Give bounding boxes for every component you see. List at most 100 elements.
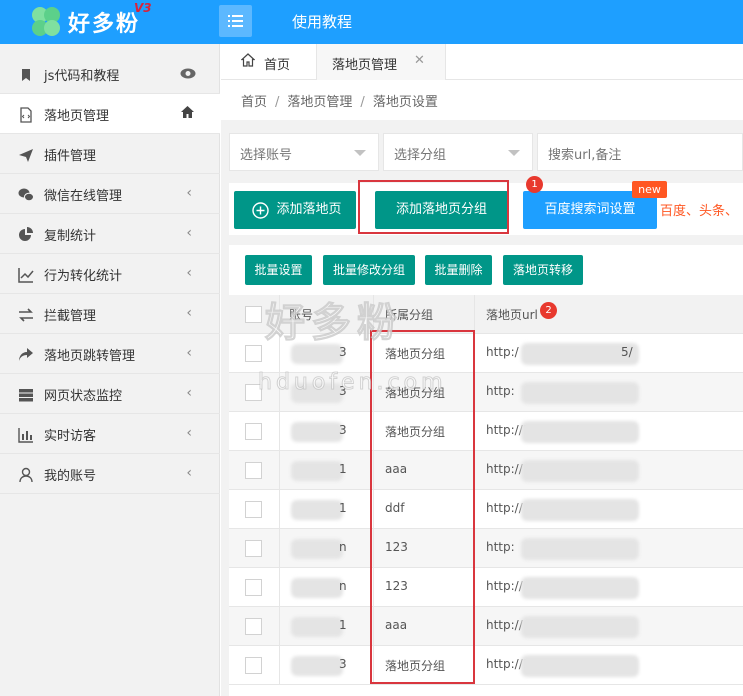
table-row[interactable]: 1 ddf http:// [229, 490, 743, 529]
header-account: 账号 [289, 308, 314, 322]
account-cell: 3 [339, 345, 347, 359]
highlight-box-add-group [358, 180, 509, 234]
sidebar-item-label: 复制统计 [44, 229, 97, 244]
url-tail: 5/ [621, 345, 633, 359]
sidebar-item-label: 落地页管理 [44, 109, 110, 124]
account-cell: 3 [339, 423, 347, 437]
row-checkbox[interactable] [245, 423, 262, 440]
header-group: 所属分组 [385, 308, 434, 322]
account-cell: 1 [339, 462, 347, 476]
bookmark-icon [22, 69, 30, 81]
redacted-url [521, 616, 639, 638]
sidebar-item-label: 落地页跳转管理 [44, 349, 136, 364]
clover-logo-icon [32, 7, 60, 36]
batch-set-button[interactable]: 批量设置 [245, 255, 312, 285]
account-select-value: 选择账号 [240, 148, 293, 163]
table-row[interactable]: 3 落地页分组 http://1 [229, 646, 743, 685]
redacted-url [521, 499, 639, 521]
tab-home[interactable]: 首页 [241, 44, 290, 80]
redacted-account [291, 500, 343, 520]
sidebar-item-conversion-stats[interactable]: 行为转化统计 ‹ [0, 254, 220, 294]
tab-bar: 首页 落地页管理 ✕ [221, 44, 743, 80]
tab-label: 落地页管理 [332, 58, 398, 73]
transfer-button[interactable]: 落地页转移 [503, 255, 583, 285]
eye-icon[interactable] [180, 68, 196, 79]
select-all-checkbox[interactable] [245, 306, 262, 323]
menu-toggle-button[interactable] [219, 5, 252, 37]
row-checkbox[interactable] [245, 657, 262, 674]
row-checkbox[interactable] [245, 384, 262, 401]
sidebar-item-wechat[interactable]: 微信在线管理 ‹ [0, 174, 220, 214]
sidebar-item-copy-stats[interactable]: 复制统计 ‹ [0, 214, 220, 254]
caret-down-icon [508, 150, 520, 156]
breadcrumb-current: 落地页设置 [372, 95, 438, 110]
redacted-account [291, 617, 343, 637]
exchange-icon [19, 308, 33, 322]
logo[interactable]: 好多粉 V3 [28, 1, 218, 40]
table-row[interactable]: 3 落地页分组 http:/5/ [229, 334, 743, 373]
sidebar-item-monitor[interactable]: 网页状态监控 ‹ [0, 374, 220, 414]
table-row[interactable]: 1 aaa http:// [229, 607, 743, 646]
chevron-left-icon: ‹ [186, 385, 192, 401]
breadcrumb-landing[interactable]: 落地页管理 [287, 95, 352, 110]
file-code-icon [20, 107, 32, 123]
batch-delete-button[interactable]: 批量删除 [425, 255, 492, 285]
table-row[interactable]: 3 落地页分组 http://1 [229, 412, 743, 451]
row-checkbox[interactable] [245, 501, 262, 518]
table-row[interactable]: 1 aaa http:// [229, 451, 743, 490]
row-checkbox[interactable] [245, 579, 262, 596]
tab-landing-page[interactable]: 落地页管理 ✕ [316, 44, 446, 80]
redacted-account [291, 656, 343, 676]
sidebar-item-redirect[interactable]: 落地页跳转管理 ‹ [0, 334, 220, 374]
account-select[interactable]: 选择账号 [229, 133, 379, 171]
sidebar-item-label: 实时访客 [44, 429, 97, 444]
server-icon [19, 389, 33, 402]
top-nav-tutorial[interactable]: 使用教程 [292, 11, 352, 32]
group-select-value: 选择分组 [394, 148, 447, 163]
account-cell: n [339, 579, 347, 593]
line-chart-icon [18, 268, 34, 283]
account-cell: 1 [339, 618, 347, 632]
row-checkbox[interactable] [245, 618, 262, 635]
chevron-left-icon: ‹ [186, 345, 192, 361]
redacted-url [521, 382, 639, 404]
chevron-left-icon: ‹ [186, 265, 192, 281]
bar-chart-icon [18, 428, 33, 443]
group-select[interactable]: 选择分组 [383, 133, 533, 171]
sidebar-item-js-code[interactable]: js代码和教程 [0, 54, 220, 94]
add-landing-page-button[interactable]: 添加落地页 [234, 191, 356, 229]
sidebar-item-landing-page[interactable]: 落地页管理 [0, 94, 220, 134]
redacted-account [291, 422, 343, 442]
new-badge: new [632, 181, 667, 198]
caret-down-icon [354, 150, 366, 156]
row-checkbox[interactable] [245, 462, 262, 479]
tab-home-label: 首页 [264, 58, 291, 73]
sidebar-item-account[interactable]: 我的账号 ‹ [0, 454, 220, 494]
sidebar-item-label: 行为转化统计 [44, 269, 123, 284]
home-outline-icon [241, 53, 255, 67]
close-icon[interactable]: ✕ [414, 53, 425, 68]
search-placeholder: 搜索url,备注 [548, 148, 622, 163]
table-row[interactable]: 3 落地页分组 http: [229, 373, 743, 412]
redacted-account [291, 383, 343, 403]
search-input[interactable]: 搜索url,备注 [537, 133, 743, 171]
pie-chart-icon [19, 227, 33, 241]
row-checkbox[interactable] [245, 345, 262, 362]
home-icon [181, 106, 194, 118]
extra-platforms-text: 百度、头条、 [660, 204, 739, 219]
redacted-url [521, 538, 639, 560]
row-checkbox[interactable] [245, 540, 262, 557]
sidebar-item-intercept[interactable]: 拦截管理 ‹ [0, 294, 220, 334]
sidebar-item-realtime[interactable]: 实时访客 ‹ [0, 414, 220, 454]
redacted-url [521, 577, 639, 599]
table-row[interactable]: n 123 http: [229, 529, 743, 568]
share-icon [19, 348, 33, 361]
sidebar-item-plugins[interactable]: 插件管理 [0, 134, 220, 174]
add-landing-page-label: 添加落地页 [276, 202, 342, 217]
batch-edit-group-button[interactable]: 批量修改分组 [323, 255, 415, 285]
table-row[interactable]: n 123 http:// [229, 568, 743, 607]
send-icon [19, 149, 33, 162]
redacted-account [291, 539, 343, 559]
breadcrumb: 首页 / 落地页管理 / 落地页设置 [241, 95, 438, 110]
breadcrumb-home[interactable]: 首页 [241, 95, 267, 110]
